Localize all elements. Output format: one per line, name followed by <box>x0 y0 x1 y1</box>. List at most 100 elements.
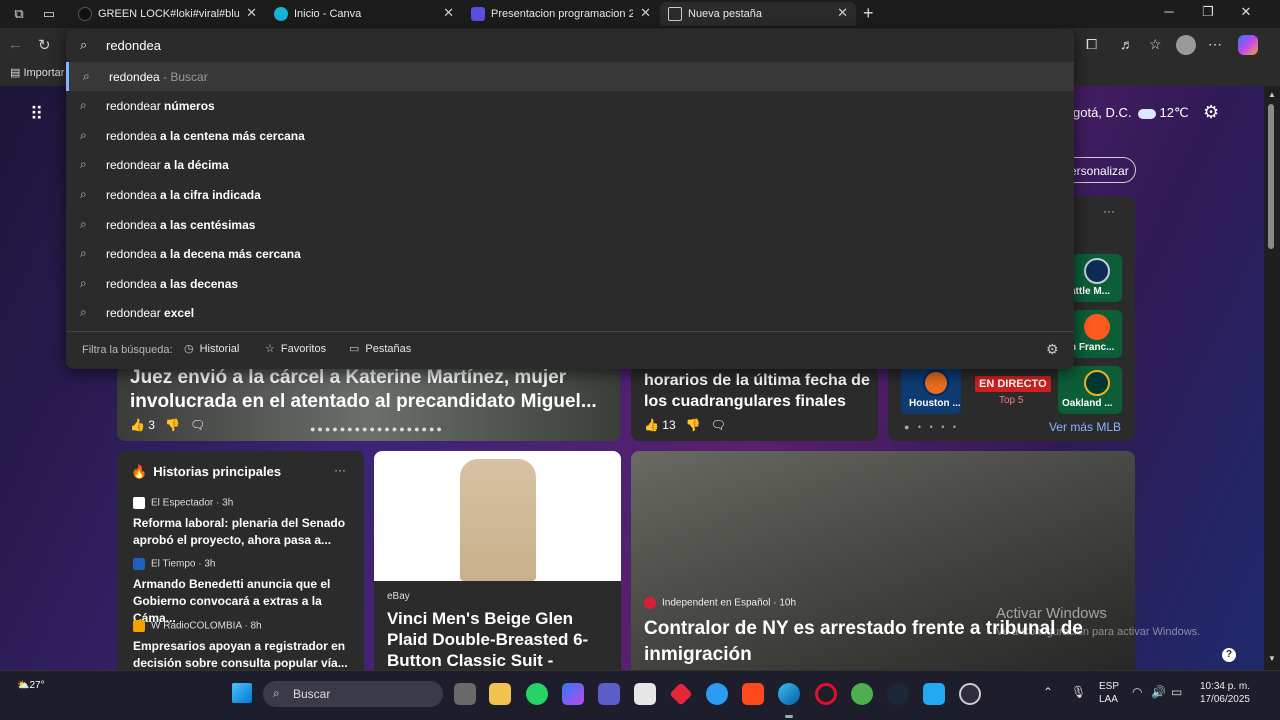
help-icon[interactable]: ? <box>1222 648 1236 662</box>
sports-news-card[interactable]: horarios de la última fecha de los cuadr… <box>631 366 878 441</box>
store-icon[interactable] <box>634 683 656 705</box>
suggestion-item[interactable]: ⌕ redondea a la centena más cercana <box>66 121 1074 150</box>
dev-app-icon[interactable] <box>706 683 728 705</box>
dislike-icon[interactable]: 👎 <box>165 418 180 432</box>
opera-icon[interactable] <box>815 683 837 705</box>
filter-tabs[interactable]: ▭ Pestañas <box>349 342 411 355</box>
suggestion-settings-icon[interactable]: ⚙ <box>1046 341 1059 358</box>
address-bar[interactable]: ⌕ redondea <box>66 29 1074 61</box>
story-headline[interactable]: Reforma laboral: plenaria del Senado apr… <box>133 515 355 549</box>
vscode-icon[interactable] <box>923 683 945 705</box>
ad-title[interactable]: Vinci Men's Beige Glen Plaid Double-Brea… <box>387 608 612 670</box>
scroll-down-icon[interactable]: ▼ <box>1268 654 1276 663</box>
favorites-icon[interactable]: ☆ <box>1149 36 1162 53</box>
team-oakland[interactable]: Oakland ... <box>1058 366 1122 414</box>
vertical-tabs-icon[interactable]: ▭ <box>40 5 58 23</box>
close-window-icon[interactable]: ✕ <box>1231 4 1261 20</box>
tab-tiktok[interactable]: GREEN LOCK#loki#viral#blue#fo ✕ <box>70 2 265 26</box>
filter-history[interactable]: ◷ Historial <box>184 342 239 355</box>
ebay-ad-card[interactable]: eBay Vinci Men's Beige Glen Plaid Double… <box>374 451 621 670</box>
comment-icon[interactable]: 🗨 <box>190 418 205 432</box>
language-indicator[interactable]: ESP LAA <box>1099 680 1119 706</box>
utorrent-icon[interactable] <box>851 683 873 705</box>
file-explorer-icon[interactable] <box>489 683 511 705</box>
suggestion-item[interactable]: ⌕ redondear a la décima <box>66 150 1074 179</box>
address-input[interactable]: redondea <box>106 38 161 53</box>
tray-overflow-icon[interactable]: ⌃ <box>1043 685 1053 699</box>
close-tab-icon[interactable]: ✕ <box>640 5 651 21</box>
anydesk-icon[interactable] <box>669 682 693 706</box>
hero-news-card[interactable]: Juez envió a la cárcel a Katerine Martín… <box>117 366 620 441</box>
more-mlb-link[interactable]: Ver más MLB <box>1049 420 1121 434</box>
taskbar-search[interactable]: ⌕ Buscar <box>263 681 443 707</box>
windows-start-icon[interactable] <box>232 683 252 703</box>
carousel-pager[interactable]: ●●●●●●●●●●●●●●●●●● <box>310 424 444 434</box>
suggestion-item[interactable]: ⌕ redondea a las centésimas <box>66 210 1074 239</box>
dislike-icon[interactable]: 👎 <box>686 418 701 432</box>
tab-canva[interactable]: Inicio - Canva ✕ <box>266 2 462 26</box>
apps-grid-icon[interactable]: ⠿ <box>30 104 43 125</box>
team-sanfrancisco[interactable]: n Franc... <box>1070 310 1122 358</box>
wifi-icon[interactable]: ◠ <box>1132 685 1142 699</box>
copilot-app-icon[interactable] <box>562 683 584 705</box>
system-clock[interactable]: 10:34 p. m. 17/06/2025 <box>1198 680 1250 706</box>
activate-windows-subtitle: Ve a Configuración para activar Windows. <box>996 626 1201 638</box>
mlb-pager[interactable]: ● • • • • <box>904 422 959 432</box>
refresh-icon[interactable]: ↻ <box>38 36 51 54</box>
bookmark-import[interactable]: ▤ Importar <box>10 66 64 79</box>
weather-widget[interactable]: gotá, D.C. 12℃ <box>1073 105 1189 121</box>
tab-title: Presentacion programacion 2 - Pr <box>491 8 633 20</box>
copilot-icon[interactable] <box>1238 35 1258 55</box>
more-menu-icon[interactable]: ⋯ <box>1208 36 1222 53</box>
suggestion-item[interactable]: ⌕ redondea a las decenas <box>66 269 1074 298</box>
workspaces-icon[interactable]: ⧉ <box>10 5 28 23</box>
teams-icon[interactable] <box>598 683 620 705</box>
profile-avatar[interactable] <box>1176 35 1196 55</box>
suggestion-item[interactable]: ⌕ redondea a la decena más cercana <box>66 239 1074 268</box>
edge-icon[interactable] <box>778 683 800 705</box>
suggestion-item[interactable]: ⌕ redondea - Buscar <box>66 62 1074 91</box>
tab-new-tab[interactable]: Nueva pestaña ✕ <box>660 2 856 26</box>
reactions: 👍 3 👎 🗨 <box>130 418 206 432</box>
more-options-icon[interactable]: ··· <box>1103 204 1115 218</box>
page-scrollbar[interactable]: ▲ ▼ <box>1264 86 1280 670</box>
search-icon: ⌕ <box>80 128 87 142</box>
story-headline[interactable]: Empresarios apoyan a registrador en deci… <box>133 638 355 670</box>
maximize-icon[interactable]: ❐ <box>1193 4 1223 20</box>
filter-favorites[interactable]: ☆ Favoritos <box>265 342 326 355</box>
hero-headline[interactable]: Juez envió a la cárcel a Katerine Martín… <box>130 366 610 414</box>
new-tab-button[interactable]: + <box>863 3 874 24</box>
tab-presentation[interactable]: Presentacion programacion 2 - Pr ✕ <box>463 2 659 26</box>
close-tab-icon[interactable]: ✕ <box>246 5 257 21</box>
extensions-icon[interactable]: ⧠ <box>1086 36 1097 53</box>
taskbar-weather[interactable]: ⛅27° <box>17 680 45 691</box>
story-source: W RadioCOLOMBIA · 8h <box>133 620 262 632</box>
team-houston[interactable]: Houston ... <box>901 366 961 414</box>
battery-icon[interactable]: ▭ <box>1171 685 1182 699</box>
task-view-icon[interactable] <box>454 683 476 705</box>
suggestion-item[interactable]: ⌕ redondear excel <box>66 298 1074 327</box>
close-tab-icon[interactable]: ✕ <box>837 5 848 21</box>
volume-icon[interactable]: 🔊 <box>1151 685 1166 699</box>
suggestion-item[interactable]: ⌕ redondear números <box>66 91 1074 120</box>
page-settings-icon[interactable]: ⚙ <box>1203 102 1219 123</box>
close-tab-icon[interactable]: ✕ <box>443 5 454 21</box>
nyc-headline[interactable]: Contralor de NY es arrestado frente a tr… <box>644 616 1114 668</box>
more-options-icon[interactable]: ··· <box>334 463 346 477</box>
like-icon[interactable]: 👍 <box>644 418 659 432</box>
like-icon[interactable]: 👍 <box>130 418 145 432</box>
comment-icon[interactable]: 🗨 <box>711 418 726 432</box>
microphone-icon[interactable]: 🎙 <box>1071 685 1086 699</box>
steam-icon[interactable] <box>887 683 909 705</box>
minimize-icon[interactable]: ─ <box>1154 4 1184 19</box>
wps-icon[interactable] <box>742 683 764 705</box>
team-seattle[interactable]: attle M... <box>1070 254 1122 302</box>
back-icon[interactable]: ← <box>8 36 23 53</box>
sports-headline[interactable]: horarios de la última fecha de los cuadr… <box>644 370 874 412</box>
suggestion-item[interactable]: ⌕ redondea a la cifra indicada <box>66 180 1074 209</box>
scroll-up-icon[interactable]: ▲ <box>1268 90 1276 99</box>
scroll-thumb[interactable] <box>1268 104 1274 249</box>
whatsapp-icon[interactable] <box>526 683 548 705</box>
chatgpt-icon[interactable] <box>959 683 981 705</box>
read-aloud-icon[interactable]: ♬ <box>1120 36 1134 52</box>
